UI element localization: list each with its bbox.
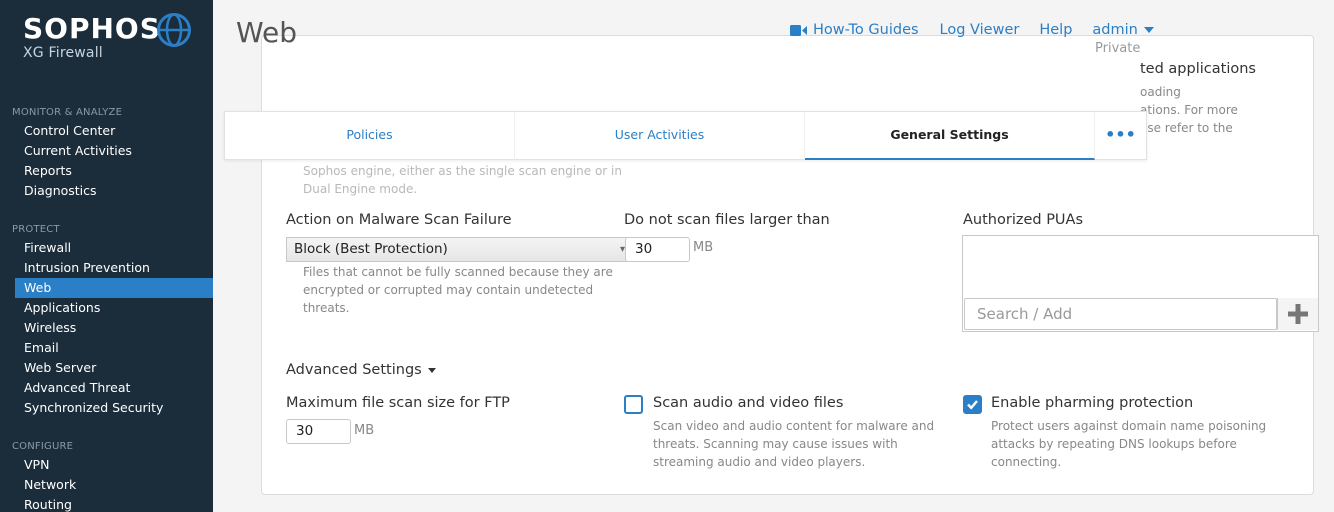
page-title: Web bbox=[236, 16, 298, 49]
sidebar-item-advanced-threat[interactable]: Advanced Threat bbox=[0, 378, 213, 398]
private-label: Private bbox=[1095, 41, 1141, 56]
video-camera-icon bbox=[790, 24, 807, 36]
admin-menu[interactable]: admin bbox=[1092, 22, 1154, 38]
pua-search-input[interactable]: Search / Add bbox=[964, 298, 1277, 330]
nav-section-monitor: MONITOR & ANALYZE Control Center Current… bbox=[0, 105, 213, 201]
ftp-size-label: Maximum file scan size for FTP bbox=[286, 395, 510, 411]
tab-policies[interactable]: Policies bbox=[225, 112, 515, 160]
pua-label: Authorized PUAs bbox=[963, 212, 1084, 228]
sidebar-item-applications[interactable]: Applications bbox=[0, 298, 213, 318]
scan-av-label: Scan audio and video files bbox=[653, 395, 844, 411]
sidebar-item-reports[interactable]: Reports bbox=[0, 161, 213, 181]
pharming-label: Enable pharming protection bbox=[991, 395, 1194, 411]
sidebar-item-network[interactable]: Network bbox=[0, 475, 213, 495]
sidebar-item-intrusion-prevention[interactable]: Intrusion Prevention bbox=[0, 258, 213, 278]
log-viewer-link[interactable]: Log Viewer bbox=[940, 22, 1020, 38]
desc-line: ase refer to the bbox=[1140, 121, 1233, 135]
more-tabs-icon[interactable]: ••• bbox=[1095, 112, 1146, 159]
sidebar-item-control-center[interactable]: Control Center bbox=[0, 121, 213, 141]
max-size-unit: MB bbox=[693, 240, 714, 255]
globe-icon bbox=[157, 13, 191, 47]
nav-header: CONFIGURE bbox=[12, 441, 74, 452]
sidebar-item-wireless[interactable]: Wireless bbox=[0, 318, 213, 338]
help-line: Files that cannot be fully scanned becau… bbox=[303, 265, 613, 279]
help-line: threats. bbox=[303, 301, 350, 315]
nav-section-configure: CONFIGURE VPN Network Routing bbox=[0, 439, 213, 512]
sidebar-item-vpn[interactable]: VPN bbox=[0, 455, 213, 475]
malware-fail-value: Block (Best Protection) bbox=[294, 241, 448, 257]
help-line: attacks by repeating DNS lookups before bbox=[991, 437, 1237, 451]
max-size-input[interactable]: 30 bbox=[625, 237, 690, 262]
nav-header: MONITOR & ANALYZE bbox=[12, 107, 123, 118]
tab-user-activities[interactable]: User Activities bbox=[515, 112, 805, 160]
main-content: Web How-To Guides Log Viewer Help admin … bbox=[213, 0, 1334, 512]
max-size-label: Do not scan files larger than bbox=[624, 212, 830, 228]
desc-line: ations. For more bbox=[1140, 103, 1238, 117]
help-line: Protect users against domain name poison… bbox=[991, 419, 1267, 433]
pharming-checkbox[interactable] bbox=[963, 395, 982, 414]
chevron-down-icon bbox=[427, 367, 436, 373]
scan-av-checkbox[interactable] bbox=[624, 395, 643, 414]
how-to-guides-link[interactable]: How-To Guides bbox=[790, 22, 919, 38]
brand-product: XG Firewall bbox=[23, 45, 103, 61]
tab-bar: Policies User Activities General Setting… bbox=[224, 111, 1147, 160]
pua-add-button[interactable] bbox=[1277, 298, 1318, 330]
engine-help-text: Sophos engine, either as the single scan… bbox=[303, 162, 622, 198]
help-line: Scan video and audio content for malware… bbox=[653, 419, 935, 433]
sidebar-item-firewall[interactable]: Firewall bbox=[0, 238, 213, 258]
nav-section-protect: PROTECT Firewall Intrusion Prevention We… bbox=[0, 222, 213, 418]
how-to-guides-label: How-To Guides bbox=[813, 22, 919, 38]
help-line: threats. Scanning may cause issues with bbox=[653, 437, 898, 451]
plus-icon bbox=[1288, 304, 1308, 324]
sidebar: SOPHOS XG Firewall MONITOR & ANALYZE Con… bbox=[0, 0, 213, 512]
advanced-settings-toggle[interactable]: Advanced Settings bbox=[286, 362, 436, 378]
top-links: How-To Guides Log Viewer Help admin bbox=[790, 20, 1154, 40]
sidebar-item-routing[interactable]: Routing bbox=[0, 495, 213, 512]
sidebar-item-synchronized-security[interactable]: Synchronized Security bbox=[0, 398, 213, 418]
malware-fail-label: Action on Malware Scan Failure bbox=[286, 212, 512, 228]
nav-header: PROTECT bbox=[12, 224, 60, 235]
pharming-help: Protect users against domain name poison… bbox=[991, 417, 1266, 471]
chevron-down-icon bbox=[1143, 27, 1154, 33]
brand-logo: SOPHOS XG Firewall bbox=[23, 12, 161, 61]
partial-section-title: ted applications bbox=[1140, 61, 1256, 77]
ftp-size-unit: MB bbox=[354, 423, 375, 438]
tab-general-settings[interactable]: General Settings bbox=[805, 112, 1095, 160]
ftp-size-input[interactable]: 30 bbox=[286, 419, 351, 444]
advanced-settings-label: Advanced Settings bbox=[286, 362, 422, 378]
sidebar-item-web[interactable]: Web bbox=[15, 278, 213, 298]
sidebar-item-email[interactable]: Email bbox=[0, 338, 213, 358]
sidebar-item-diagnostics[interactable]: Diagnostics bbox=[0, 181, 213, 201]
help-line: Dual Engine mode. bbox=[303, 182, 418, 196]
help-line: streaming audio and video players. bbox=[653, 455, 866, 469]
scan-av-help: Scan video and audio content for malware… bbox=[653, 417, 934, 471]
sidebar-item-current-activities[interactable]: Current Activities bbox=[0, 141, 213, 161]
admin-label: admin bbox=[1092, 22, 1138, 38]
malware-fail-help: Files that cannot be fully scanned becau… bbox=[303, 263, 613, 317]
partial-section-desc: oading ations. For more ase refer to the bbox=[1140, 83, 1270, 137]
sidebar-item-web-server[interactable]: Web Server bbox=[0, 358, 213, 378]
desc-line: oading bbox=[1140, 85, 1181, 99]
checkmark-icon bbox=[967, 400, 978, 410]
help-line: Sophos engine, either as the single scan… bbox=[303, 164, 622, 178]
malware-fail-select[interactable]: Block (Best Protection) ▾ bbox=[286, 237, 630, 262]
brand-name: SOPHOS bbox=[23, 12, 161, 45]
help-line: connecting. bbox=[991, 455, 1062, 469]
help-line: encrypted or corrupted may contain undet… bbox=[303, 283, 594, 297]
help-link[interactable]: Help bbox=[1039, 22, 1072, 38]
